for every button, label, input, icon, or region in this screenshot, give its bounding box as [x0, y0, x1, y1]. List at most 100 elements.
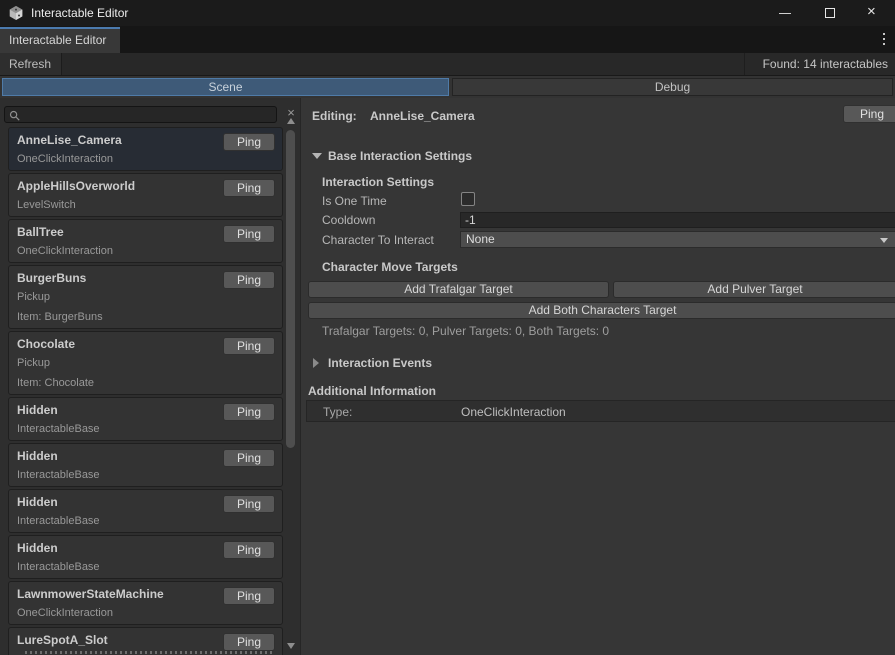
ping-button[interactable]: Ping — [223, 403, 275, 421]
cooldown-label: Cooldown — [322, 213, 375, 227]
foldout-label: Interaction Events — [328, 356, 432, 370]
close-icon: × — [867, 3, 876, 20]
list-item[interactable]: Hidden InteractableBase Ping — [8, 397, 283, 441]
list-item[interactable]: Hidden InteractableBase Ping — [8, 535, 283, 579]
window-title: Interactable Editor — [31, 6, 128, 20]
character-to-interact-dropdown[interactable]: None — [460, 231, 895, 248]
close-button[interactable]: × — [858, 0, 892, 26]
maximize-icon — [825, 8, 835, 18]
dropdown-value: None — [466, 232, 495, 246]
found-count-label: Found: 14 interactables — [763, 57, 888, 71]
chevron-down-icon — [880, 238, 888, 243]
search-icon — [9, 110, 21, 122]
is-one-time-label: Is One Time — [322, 194, 387, 208]
list-item[interactable]: AnneLise_Camera OneClickInteraction Ping — [8, 127, 283, 171]
mode-tab-bar: Scene Debug — [0, 76, 895, 98]
item-type: Pickup — [17, 291, 50, 303]
search-box[interactable] — [4, 106, 277, 123]
cooldown-input[interactable] — [460, 212, 895, 228]
add-trafalgar-target-button[interactable]: Add Trafalgar Target — [308, 281, 609, 298]
toolbar: Refresh Found: 14 interactables — [0, 53, 895, 76]
is-one-time-checkbox[interactable] — [461, 192, 475, 206]
targets-summary-label: Trafalgar Targets: 0, Pulver Targets: 0,… — [322, 324, 609, 338]
ping-button[interactable]: Ping — [223, 633, 275, 651]
list-item[interactable]: AppleHillsOverworldLevelSwitchPing — [8, 173, 283, 217]
foldout-open-icon — [312, 153, 322, 159]
window-menu-icon[interactable] — [877, 32, 891, 48]
editing-object-name: AnneLise_Camera — [370, 109, 475, 123]
unity-cube-icon — [8, 5, 24, 21]
item-name: BurgerBuns — [17, 271, 86, 285]
maximize-button[interactable] — [813, 0, 847, 26]
additional-information-header: Additional Information — [308, 384, 436, 398]
item-name: LawnmowerStateMachine — [17, 587, 164, 601]
interactable-list: AnneLise_CameraOneClickInteractionPingAp… — [8, 127, 283, 655]
item-name: Hidden — [17, 449, 58, 463]
editing-ping-button[interactable]: Ping — [843, 105, 895, 123]
ping-button[interactable]: Ping — [223, 271, 275, 289]
item-name: Hidden — [17, 495, 58, 509]
titlebar: Interactable Editor × — [0, 0, 895, 26]
ping-button[interactable]: Ping — [223, 495, 275, 513]
list-item[interactable]: Hidden InteractableBase Ping — [8, 489, 283, 533]
character-to-interact-label: Character To Interact — [322, 233, 434, 247]
tab-interactable-editor[interactable]: Interactable Editor — [0, 27, 120, 53]
item-detail: Item: BurgerBuns — [17, 311, 103, 323]
minimize-button[interactable] — [768, 0, 802, 26]
editor-panel: Editing: AnneLise_Camera Ping Base Inter… — [302, 98, 895, 655]
search-input[interactable] — [23, 107, 273, 122]
item-type: Pickup — [17, 357, 50, 369]
vertical-ellipsis-icon — [883, 33, 885, 35]
type-label: Type: — [323, 405, 352, 419]
ping-button[interactable]: Ping — [223, 225, 275, 243]
type-value: OneClickInteraction — [461, 405, 566, 419]
item-type: InteractableBase — [17, 423, 100, 435]
ping-button[interactable]: Ping — [223, 337, 275, 355]
ping-button[interactable]: Ping — [223, 541, 275, 559]
item-type: OneClickInteraction — [17, 153, 113, 165]
interactable-editor-window: Interactable Editor × Interactable Edito… — [0, 0, 895, 655]
interactable-list-panel: × AnneLise_CameraOneClickInteractionPing… — [0, 98, 301, 655]
scrollbar-up-arrow[interactable] — [287, 118, 295, 124]
item-name: LureSpotA_Slot — [17, 633, 108, 647]
ping-button[interactable]: Ping — [223, 179, 275, 197]
item-name: Hidden — [17, 403, 58, 417]
ping-button[interactable]: Ping — [223, 133, 275, 151]
foldout-base-interaction-settings[interactable]: Base Interaction Settings — [312, 148, 885, 164]
refresh-button[interactable]: Refresh — [0, 53, 62, 75]
foldout-interaction-events[interactable]: Interaction Events — [312, 355, 885, 371]
add-pulver-target-button[interactable]: Add Pulver Target — [613, 281, 895, 298]
item-type: InteractableBase — [17, 515, 100, 527]
ping-button[interactable]: Ping — [223, 587, 275, 605]
item-name: Chocolate — [17, 337, 75, 351]
foldout-label: Base Interaction Settings — [328, 149, 472, 163]
scrollbar-down-arrow[interactable] — [287, 643, 295, 649]
item-type: LevelSwitch — [17, 199, 76, 211]
editing-label: Editing: — [312, 109, 357, 123]
add-both-characters-target-button[interactable]: Add Both Characters Target — [308, 302, 895, 319]
list-item[interactable]: Hidden InteractableBase Ping — [8, 443, 283, 487]
list-item[interactable]: LawnmowerStateMachine OneClickInteraction… — [8, 581, 283, 625]
toolbar-separator — [744, 53, 745, 75]
item-type: InteractableBase — [17, 561, 100, 573]
character-move-targets-header: Character Move Targets — [322, 260, 458, 274]
scrollbar-thumb[interactable] — [286, 130, 295, 448]
ping-button[interactable]: Ping — [223, 449, 275, 467]
item-name: Hidden — [17, 541, 58, 555]
item-type: OneClickInteraction — [17, 607, 113, 619]
list-item[interactable]: BurgerBuns Pickup Item: BurgerBuns Ping — [8, 265, 283, 329]
list-item[interactable]: LureSpotA_Slot Ping — [8, 627, 283, 655]
list-item[interactable]: BallTree OneClickInteraction Ping — [8, 219, 283, 263]
item-name: AnneLise_Camera — [17, 133, 122, 147]
item-type: InteractableBase — [17, 469, 100, 481]
tab-debug[interactable]: Debug — [452, 78, 893, 96]
interaction-settings-header: Interaction Settings — [322, 175, 434, 189]
minimize-icon — [779, 13, 791, 14]
item-name: BallTree — [17, 225, 64, 239]
list-item[interactable]: Chocolate Pickup Item: Chocolate Ping — [8, 331, 283, 395]
tab-scene[interactable]: Scene — [2, 78, 449, 96]
item-type: OneClickInteraction — [17, 245, 113, 257]
tab-strip: Interactable Editor — [0, 26, 895, 53]
item-detail: Item: Chocolate — [17, 377, 94, 389]
type-info-row: Type: OneClickInteraction — [306, 400, 895, 422]
